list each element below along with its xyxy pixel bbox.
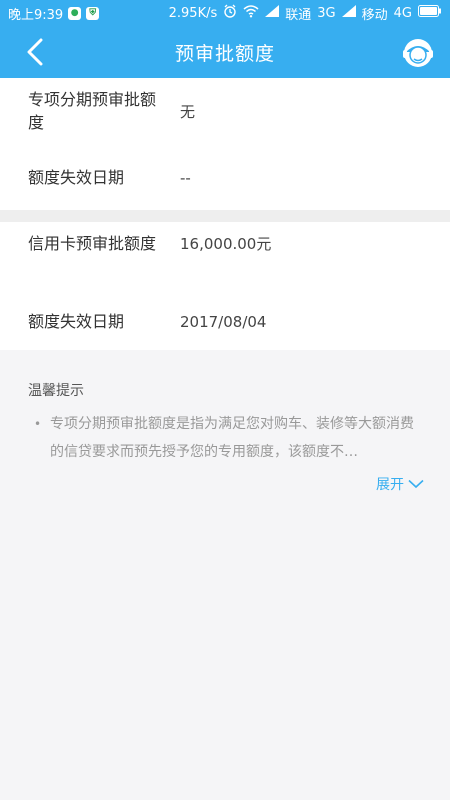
carrier-1: 联通	[285, 7, 312, 23]
credit-card-expiry-value: 2017/08/04	[180, 312, 267, 331]
chevron-down-icon	[408, 479, 424, 489]
installment-expiry-row: 额度失效日期 --	[28, 166, 428, 189]
installment-expiry-label: 额度失效日期	[28, 168, 125, 187]
wechat-icon: ●	[68, 6, 82, 20]
nav-bar: 预审批额度	[0, 26, 450, 78]
status-time: 晚上9:39	[8, 7, 64, 23]
wifi-icon	[243, 4, 259, 22]
signal-icon-1	[265, 5, 280, 21]
chevron-left-icon	[27, 38, 43, 66]
signal-icon-2	[341, 5, 356, 21]
installment-expiry-value: --	[180, 168, 191, 187]
status-right: 2.95K/s 联通 3G 移动 4G	[169, 4, 442, 23]
installment-quota-value: 无	[180, 102, 196, 121]
expand-label: 展开	[376, 477, 404, 493]
bullet-icon: •	[34, 417, 42, 431]
alarm-icon	[223, 4, 237, 22]
installment-quota-label: 专项分期预审批额度	[28, 90, 157, 132]
page-title: 预审批额度	[174, 42, 275, 65]
credit-card-quota-label: 信用卡预审批额度	[28, 234, 157, 253]
credit-card-quota-row: 信用卡预审批额度 16,000.00元	[28, 232, 428, 255]
tips-item: • 专项分期预审批额度是指为满足您对购车、装修等大额消费的信贷要求而预先授予您的…	[34, 410, 422, 466]
customer-service-icon	[403, 39, 433, 67]
network-type-2: 4G	[393, 5, 412, 21]
expand-button[interactable]: 展开	[376, 474, 424, 494]
status-bar: 晚上9:39 ● ⛨ 2.95K/s 联通 3G 移动 4G	[0, 0, 450, 26]
section-divider	[0, 210, 450, 222]
network-type-1: 3G	[317, 5, 336, 21]
credit-card-expiry-row: 额度失效日期 2017/08/04	[28, 310, 428, 333]
battery-icon	[418, 5, 442, 21]
network-speed: 2.95K/s	[168, 5, 218, 21]
tips-title: 温馨提示	[28, 383, 84, 399]
back-button[interactable]	[20, 37, 50, 67]
credit-card-quota-section: 信用卡预审批额度 16,000.00元 额度失效日期 2017/08/04	[0, 222, 450, 350]
tips-text: 专项分期预审批额度是指为满足您对购车、装修等大额消费的信贷要求而预先授予您的专用…	[50, 416, 414, 460]
credit-card-quota-value: 16,000.00元	[180, 235, 272, 253]
installment-quota-section: 专项分期预审批额度 无 额度失效日期 --	[0, 78, 450, 210]
customer-service-button[interactable]	[400, 35, 436, 71]
credit-card-expiry-label: 额度失效日期	[28, 312, 125, 331]
installment-quota-row: 专项分期预审批额度 无	[28, 88, 428, 134]
security-app-icon: ⛨	[86, 6, 100, 20]
status-left: 晚上9:39 ● ⛨	[8, 4, 100, 23]
carrier-2: 移动	[361, 7, 388, 23]
